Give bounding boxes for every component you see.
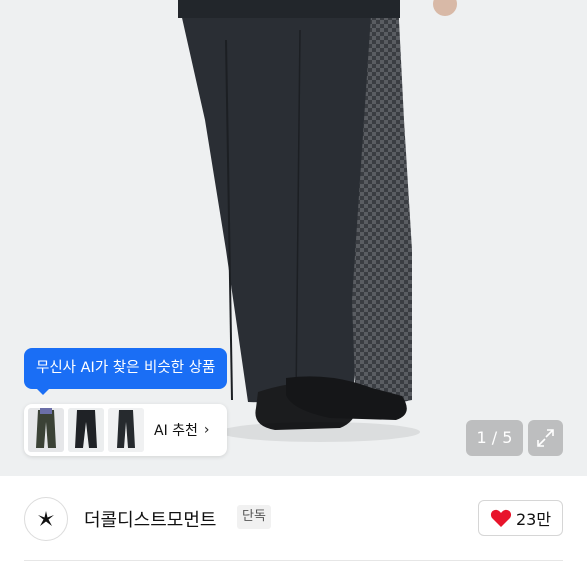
expand-button[interactable] — [528, 420, 563, 456]
ai-recommend-card[interactable]: AI 추천 › — [24, 404, 227, 456]
tooltip-tail — [36, 388, 50, 395]
exclusive-badge: 단독 — [237, 505, 271, 529]
divider — [24, 560, 563, 561]
pants-thumb-icon — [68, 408, 104, 452]
product-page: 무신사 AI가 찾은 비슷한 상품 AI 추천 › 1 / 5 더콜디스트모먼트… — [0, 0, 587, 587]
ai-recommend-label: AI 추천 — [154, 423, 198, 439]
brand-logo[interactable] — [24, 497, 68, 541]
similar-product-thumbnail[interactable] — [68, 408, 104, 452]
image-pager: 1 / 5 — [466, 420, 523, 456]
brand-name[interactable]: 더콜디스트모먼트 — [84, 506, 216, 532]
pants-thumb-icon — [28, 408, 64, 452]
pants-thumb-icon — [108, 408, 144, 452]
similar-product-thumbnail[interactable] — [108, 408, 144, 452]
star-logo-icon — [38, 511, 54, 526]
expand-icon — [537, 429, 554, 447]
ai-similar-tooltip: 무신사 AI가 찾은 비슷한 상품 — [24, 348, 228, 389]
like-button[interactable]: 23만 — [478, 500, 563, 536]
heart-icon — [490, 509, 512, 527]
chevron-right-icon: › — [203, 422, 210, 438]
similar-product-thumbnail[interactable] — [28, 408, 64, 452]
ai-recommend-link[interactable]: AI 추천 › — [154, 420, 210, 440]
like-count: 23만 — [515, 510, 552, 529]
